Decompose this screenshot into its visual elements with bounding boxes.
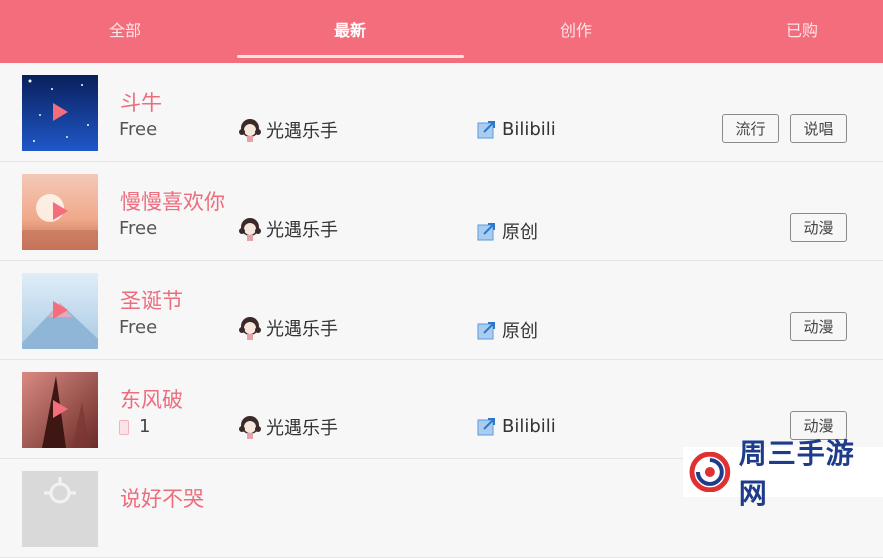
tag-group: 动漫: [790, 312, 847, 341]
genre-tag[interactable]: 动漫: [790, 312, 847, 341]
source-name: 原创: [502, 222, 538, 243]
watermark: 周三手游网: [683, 437, 883, 510]
avatar-icon: [239, 416, 261, 439]
song-cover[interactable]: [22, 372, 98, 448]
song-row[interactable]: 斗牛 Free 光遇乐手 Bilibili 流行 说唱: [0, 63, 883, 162]
avatar-icon: [239, 317, 261, 340]
song-price: Free: [119, 218, 158, 239]
song-row[interactable]: 圣诞节 Free 光遇乐手 原创 动漫: [0, 261, 883, 360]
genre-tag[interactable]: 说唱: [790, 114, 847, 143]
source-name: 原创: [502, 321, 538, 342]
song-source[interactable]: Bilibili: [477, 416, 556, 437]
song-title[interactable]: 说好不哭: [120, 483, 204, 513]
song-author[interactable]: 光遇乐手: [239, 117, 338, 143]
play-icon[interactable]: [53, 301, 68, 319]
source-name: Bilibili: [502, 416, 556, 437]
genre-tag[interactable]: 动漫: [790, 213, 847, 242]
song-source[interactable]: Bilibili: [477, 119, 556, 140]
author-name: 光遇乐手: [266, 220, 338, 241]
song-title[interactable]: 斗牛: [120, 87, 162, 117]
author-name: 光遇乐手: [266, 121, 338, 142]
song-author[interactable]: 光遇乐手: [239, 315, 338, 341]
author-name: 光遇乐手: [266, 319, 338, 340]
song-title[interactable]: 圣诞节: [120, 285, 183, 315]
external-link-icon: [477, 222, 495, 240]
external-link-icon: [477, 418, 495, 436]
song-source[interactable]: 原创: [477, 317, 538, 343]
song-price: Free: [119, 119, 158, 140]
play-icon[interactable]: [53, 202, 68, 220]
watermark-logo-icon: [689, 452, 731, 492]
avatar-icon: [239, 119, 261, 142]
song-source[interactable]: 原创: [477, 218, 538, 244]
avatar-icon: [239, 218, 261, 241]
tab-latest[interactable]: 最新: [237, 0, 463, 58]
external-link-icon: [477, 121, 495, 139]
top-tab-bar: 全部 最新 创作 已购: [0, 0, 883, 63]
song-author[interactable]: 光遇乐手: [239, 414, 338, 440]
song-title[interactable]: 慢慢喜欢你: [120, 186, 225, 216]
song-cover[interactable]: [22, 471, 98, 547]
tab-all[interactable]: 全部: [12, 0, 238, 58]
tab-create[interactable]: 创作: [463, 0, 689, 58]
tag-group: 动漫: [790, 213, 847, 242]
watermark-text: 周三手游网: [738, 437, 855, 510]
song-price: Free: [119, 317, 158, 338]
genre-tag[interactable]: 流行: [722, 114, 779, 143]
tag-group: 流行 说唱: [722, 114, 847, 143]
song-cover[interactable]: [22, 273, 98, 349]
active-tab-indicator: [237, 55, 464, 58]
song-title[interactable]: 东风破: [120, 384, 183, 414]
coin-icon: [119, 420, 129, 435]
play-icon[interactable]: [53, 400, 68, 418]
tab-purchased[interactable]: 已购: [689, 0, 883, 58]
song-row[interactable]: 慢慢喜欢你 Free 光遇乐手 原创 动漫: [0, 162, 883, 261]
author-name: 光遇乐手: [266, 418, 338, 439]
song-cover[interactable]: [22, 75, 98, 151]
source-name: Bilibili: [502, 119, 556, 140]
song-price: 1: [139, 416, 151, 437]
external-link-icon: [477, 321, 495, 339]
song-cover[interactable]: [22, 174, 98, 250]
song-author[interactable]: 光遇乐手: [239, 216, 338, 242]
cover-image: [22, 471, 98, 547]
play-icon[interactable]: [53, 103, 68, 121]
